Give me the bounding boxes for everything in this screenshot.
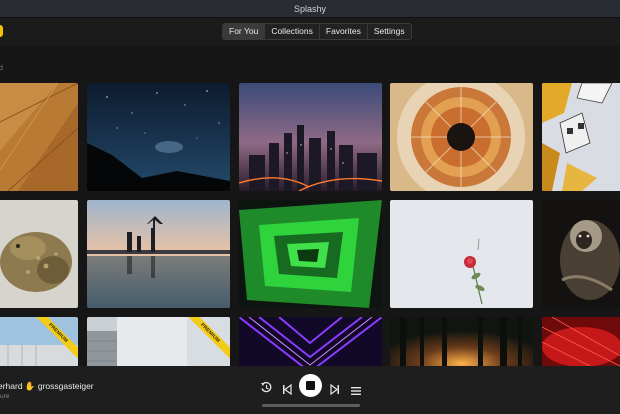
premium-label: PREMIUM xyxy=(30,317,78,362)
photo-author[interactable]: erhard ✋ grossgasteiger xyxy=(0,381,94,392)
photo-forest-sunset[interactable] xyxy=(390,317,533,372)
photo-glass-facade[interactable]: PREMIUM xyxy=(87,317,230,372)
photo-pier-silhouettes[interactable] xyxy=(87,200,230,308)
stop-icon xyxy=(306,381,315,390)
title-bar: Splashy xyxy=(0,0,620,18)
drag-handle[interactable] xyxy=(262,404,360,407)
photo-red-abstract[interactable] xyxy=(542,317,620,372)
photo-city-skyline-dusk[interactable] xyxy=(239,83,382,191)
tab-collections[interactable]: Collections xyxy=(265,24,320,39)
previous-icon[interactable] xyxy=(282,380,292,399)
view-switcher: For You Collections Favorites Settings xyxy=(222,23,412,40)
photo-white-building[interactable]: PREMIUM xyxy=(0,317,78,372)
premium-badge: PREMIUM xyxy=(182,317,230,365)
photo-monkey[interactable] xyxy=(542,200,620,308)
section-heading: d xyxy=(0,65,3,72)
premium-label: PREMIUM xyxy=(182,317,230,362)
photo-green-stairwell[interactable] xyxy=(239,200,382,308)
premium-badge: PREMIUM xyxy=(30,317,78,365)
header-bar: For You Collections Favorites Settings xyxy=(0,18,620,46)
photo-wood-panels[interactable] xyxy=(0,83,78,191)
photo-subtitle: ure xyxy=(0,393,10,400)
player-bar: erhard ✋ grossgasteiger ure xyxy=(0,366,620,414)
queue-icon[interactable] xyxy=(351,381,361,400)
photo-cube-houses[interactable] xyxy=(542,83,620,191)
stop-button[interactable] xyxy=(299,374,322,397)
tab-for-you[interactable]: For You xyxy=(223,24,266,39)
photo-night-sky-mountain[interactable] xyxy=(87,83,230,191)
photo-purple-tunnel[interactable] xyxy=(239,317,382,372)
tab-favorites[interactable]: Favorites xyxy=(319,24,368,39)
history-icon[interactable] xyxy=(260,379,273,398)
photo-dome-ceiling[interactable] xyxy=(390,83,533,191)
photo-toad[interactable] xyxy=(0,200,78,308)
app-logo-icon xyxy=(0,25,3,37)
photo-rose-on-white[interactable] xyxy=(390,200,533,308)
next-icon[interactable] xyxy=(330,380,340,399)
tab-settings[interactable]: Settings xyxy=(367,24,411,39)
window-title: Splashy xyxy=(293,3,327,14)
